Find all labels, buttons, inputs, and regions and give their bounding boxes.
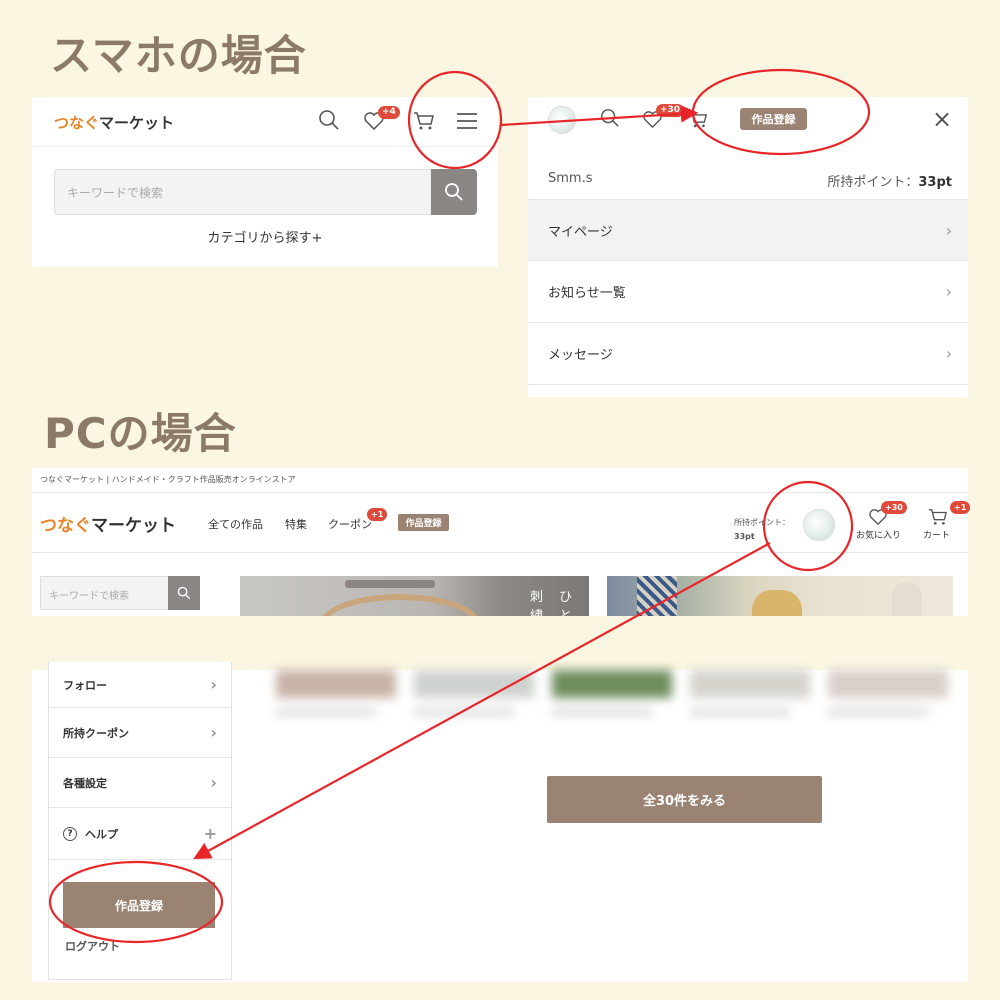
annotation-ellipse-avatar <box>762 480 854 572</box>
annotation-ellipse-sidebar-register <box>48 860 224 944</box>
annotation-overlay <box>48 68 871 944</box>
annotation-arrow-sidebar <box>193 542 771 860</box>
annotation-ellipse-hamburger <box>407 70 503 170</box>
annotation-arrow-menu <box>500 105 699 127</box>
annotation-ellipse-register <box>691 68 871 156</box>
